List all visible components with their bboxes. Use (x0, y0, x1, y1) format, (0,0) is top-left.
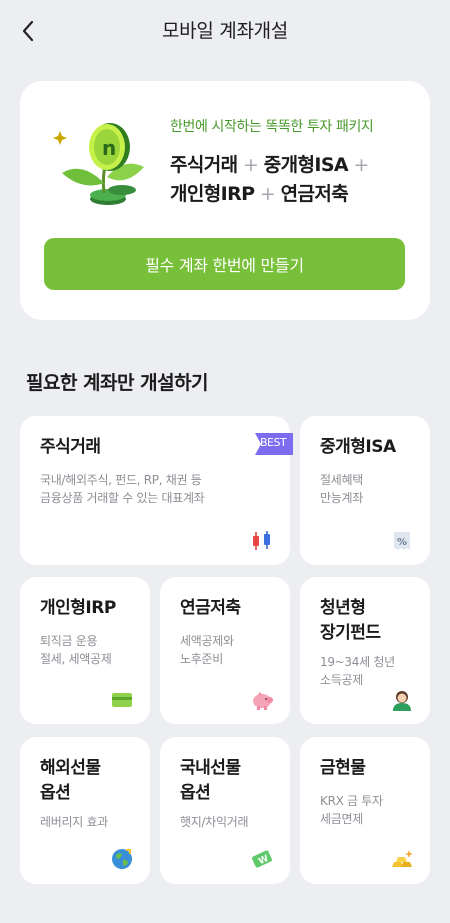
tile-description: 퇴직금 운용 절세, 세액공제 (40, 634, 112, 666)
tile-description: 19~34세 청년 소득공제 (320, 655, 395, 687)
tile-stock-trading[interactable]: 주식거래 국내/해외주식, 펀드, RP, 채권 등 금융상품 거래할 수 있는… (20, 416, 293, 565)
tile-description: 햇지/차익거래 (180, 815, 249, 829)
product-isa: 중개형ISA (263, 154, 349, 176)
product-stock: 주식거래 (170, 154, 238, 176)
person-icon (393, 691, 411, 711)
tile-description: KRX 금 투자 세금면제 (320, 794, 383, 826)
tile-isa[interactable]: 중개형ISA 절세혜택 만능계좌 % (300, 416, 430, 565)
tile-irp[interactable]: 개인형IRP 퇴직금 운용 절세, 세액공제 (20, 577, 150, 724)
tile-description: 레버리지 효과 (40, 815, 108, 829)
gold-bars-icon (392, 850, 413, 867)
plus-sign: + (254, 183, 281, 205)
tile-youth-longterm-fund[interactable]: 청년형 장기펀드 19~34세 청년 소득공제 (300, 577, 430, 724)
best-badge: BEST (255, 433, 293, 455)
package-promo-card: n 한번에 시작하는 똑똑한 투자 패키지 주식거래 + 중개형ISA + 개인… (20, 81, 430, 320)
svg-text:n: n (102, 136, 116, 160)
product-pension: 연금저축 (280, 183, 349, 205)
tile-title: 해외선물 옵션 (40, 758, 101, 803)
tile-pension-savings[interactable]: 연금저축 세액공제와 노후준비 (160, 577, 290, 724)
tile-gold-spot[interactable]: 금현물 KRX 금 투자 세금면제 (300, 737, 430, 884)
tile-description: 절세혜택 만능계좌 (320, 473, 363, 505)
page-title: 모바일 계좌개설 (161, 20, 288, 42)
best-badge-label: BEST (260, 436, 287, 449)
tile-title: 연금저축 (180, 598, 241, 618)
percent-receipt-icon: % (394, 532, 410, 550)
tile-description: 국내/해외주식, 펀드, RP, 채권 등 금융상품 거래할 수 있는 대표계좌 (40, 473, 205, 505)
tile-title: 중개형ISA (320, 437, 396, 457)
tile-title: 주식거래 (40, 437, 101, 457)
globe-icon (112, 849, 132, 869)
plus-sign: + (348, 154, 369, 176)
product-irp: 개인형IRP (170, 183, 255, 205)
tile-title: 금현물 (320, 758, 366, 778)
won-banknote-icon: W (251, 850, 273, 868)
piggy-bank-icon (253, 692, 273, 710)
tile-overseas-futures-options[interactable]: 해외선물 옵션 레버리지 효과 (20, 737, 150, 884)
tile-domestic-futures-options[interactable]: 국내선물 옵션 햇지/차익거래 W (160, 737, 290, 884)
open-all-accounts-button[interactable]: 필수 계좌 한번에 만들기 (44, 238, 405, 290)
tile-description: 세액공제와 노후준비 (180, 634, 234, 666)
candlestick-icon (253, 531, 270, 550)
tile-title: 개인형IRP (40, 598, 116, 618)
promo-products-line-1: 주식거래 + 중개형ISA + (170, 150, 369, 177)
promo-tagline: 한번에 시작하는 똑똑한 투자 패키지 (170, 119, 374, 135)
top-bar: 모바일 계좌개설 (0, 0, 450, 58)
card-icon (112, 693, 132, 707)
coin-sprout-icon: n (53, 123, 144, 205)
tile-title: 청년형 장기펀드 (320, 598, 381, 643)
tile-title: 국내선물 옵션 (180, 758, 241, 803)
plus-sign: + (237, 154, 264, 176)
section-title: 필요한 계좌만 개설하기 (26, 372, 209, 394)
promo-products-line-2: 개인형IRP + 연금저축 (170, 179, 349, 206)
svg-text:%: % (397, 537, 407, 548)
